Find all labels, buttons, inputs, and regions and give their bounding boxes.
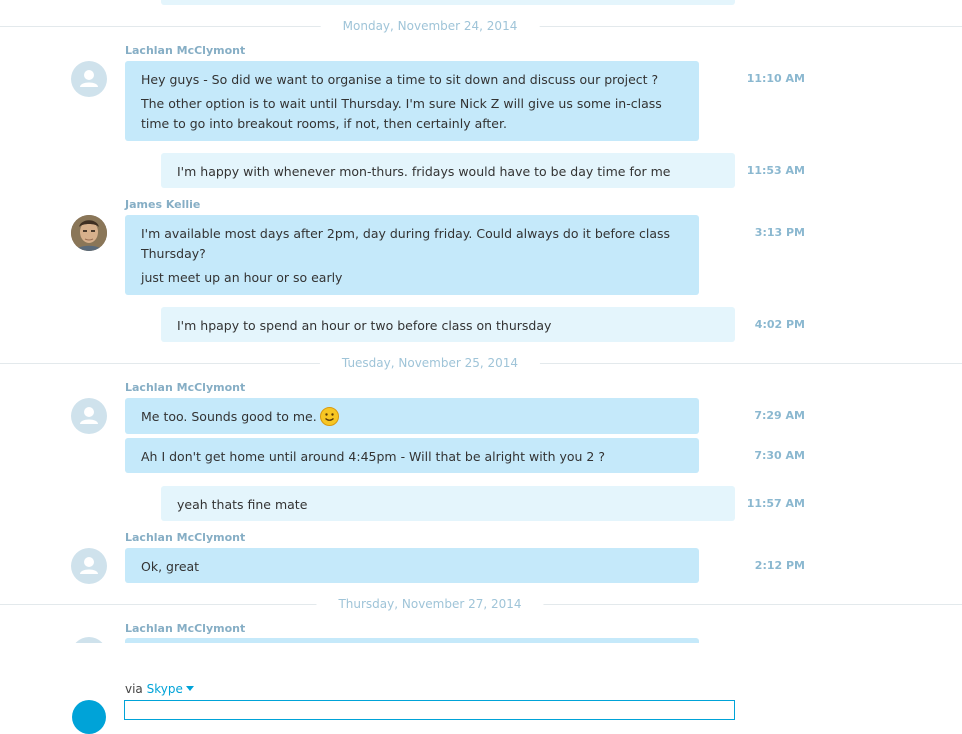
message-timestamp: 11:10 AM <box>746 72 805 85</box>
message-bubble[interactable]: Ok, great <box>125 548 699 583</box>
message-input[interactable] <box>124 700 735 720</box>
message-text: Ah I don't get home until around 4:45pm … <box>141 449 605 464</box>
message-bubble[interactable]: Hey guys - So did we want to organise a … <box>125 61 699 141</box>
previous-message-bubble <box>161 0 735 5</box>
date-separator: Thursday, November 27, 2014 <box>0 595 962 615</box>
message-bubble-outgoing[interactable]: yeah thats fine mate <box>161 486 735 521</box>
avatar-default-icon[interactable] <box>71 61 107 97</box>
message-bubble-outgoing[interactable]: I'm hpapy to spend an hour or two before… <box>161 307 735 342</box>
sender-name[interactable]: Lachlan McClymont <box>125 622 245 635</box>
message-bubble[interactable]: I'm available most days after 2pm, day d… <box>125 215 699 295</box>
message-timestamp: 3:13 PM <box>754 226 805 239</box>
message-text: Me too. Sounds good to me. <box>141 409 317 424</box>
avatar-photo[interactable] <box>71 215 107 251</box>
date-label: Tuesday, November 25, 2014 <box>319 356 541 370</box>
message-timestamp: 4:02 PM <box>754 318 805 331</box>
message-text: The other option is to wait until Thursd… <box>141 96 662 131</box>
message-text: yeah thats fine mate <box>177 497 308 512</box>
avatar-default-icon[interactable] <box>71 398 107 434</box>
message-bubble[interactable]: Me too. Sounds good to me. <box>125 398 699 434</box>
chat-history[interactable]: Monday, November 24, 2014 Lachlan McClym… <box>0 0 962 643</box>
message-composer: via Skype <box>0 643 962 734</box>
sender-name[interactable]: Lachlan McClymont <box>125 381 245 394</box>
message-timestamp: 11:53 AM <box>746 164 805 177</box>
message-text: I'm happy with whenever mon-thurs. frida… <box>177 164 671 179</box>
message-timestamp: 2:12 PM <box>754 559 805 572</box>
avatar-default-icon[interactable] <box>71 548 107 584</box>
message-text: I'm available most days after 2pm, day d… <box>141 226 671 261</box>
chevron-down-icon[interactable] <box>185 686 194 691</box>
sender-name[interactable]: James Kellie <box>125 198 200 211</box>
date-separator: Tuesday, November 25, 2014 <box>0 354 962 374</box>
send-via-selector[interactable]: via Skype <box>125 682 194 696</box>
smiley-emoji-icon <box>319 407 339 426</box>
date-label: Monday, November 24, 2014 <box>320 19 540 33</box>
message-timestamp: 11:57 AM <box>746 497 805 510</box>
message-text: Ok, great <box>141 559 200 574</box>
date-separator: Monday, November 24, 2014 <box>0 17 962 37</box>
message-bubble-outgoing[interactable]: I'm happy with whenever mon-thurs. frida… <box>161 153 735 188</box>
message-text: just meet up an hour or so early <box>141 270 343 285</box>
sender-name[interactable]: Lachlan McClymont <box>125 531 245 544</box>
my-avatar[interactable] <box>72 700 106 734</box>
service-name[interactable]: Skype <box>147 682 183 696</box>
sender-name[interactable]: Lachlan McClymont <box>125 44 245 57</box>
message-bubble[interactable]: Ah I don't get home until around 4:45pm … <box>125 438 699 473</box>
date-label: Thursday, November 27, 2014 <box>316 597 544 611</box>
message-text: I'm hpapy to spend an hour or two before… <box>177 318 552 333</box>
message-timestamp: 7:30 AM <box>754 449 805 462</box>
message-timestamp: 7:29 AM <box>754 409 805 422</box>
via-label: via <box>125 682 143 696</box>
message-text: Hey guys - So did we want to organise a … <box>141 72 659 87</box>
